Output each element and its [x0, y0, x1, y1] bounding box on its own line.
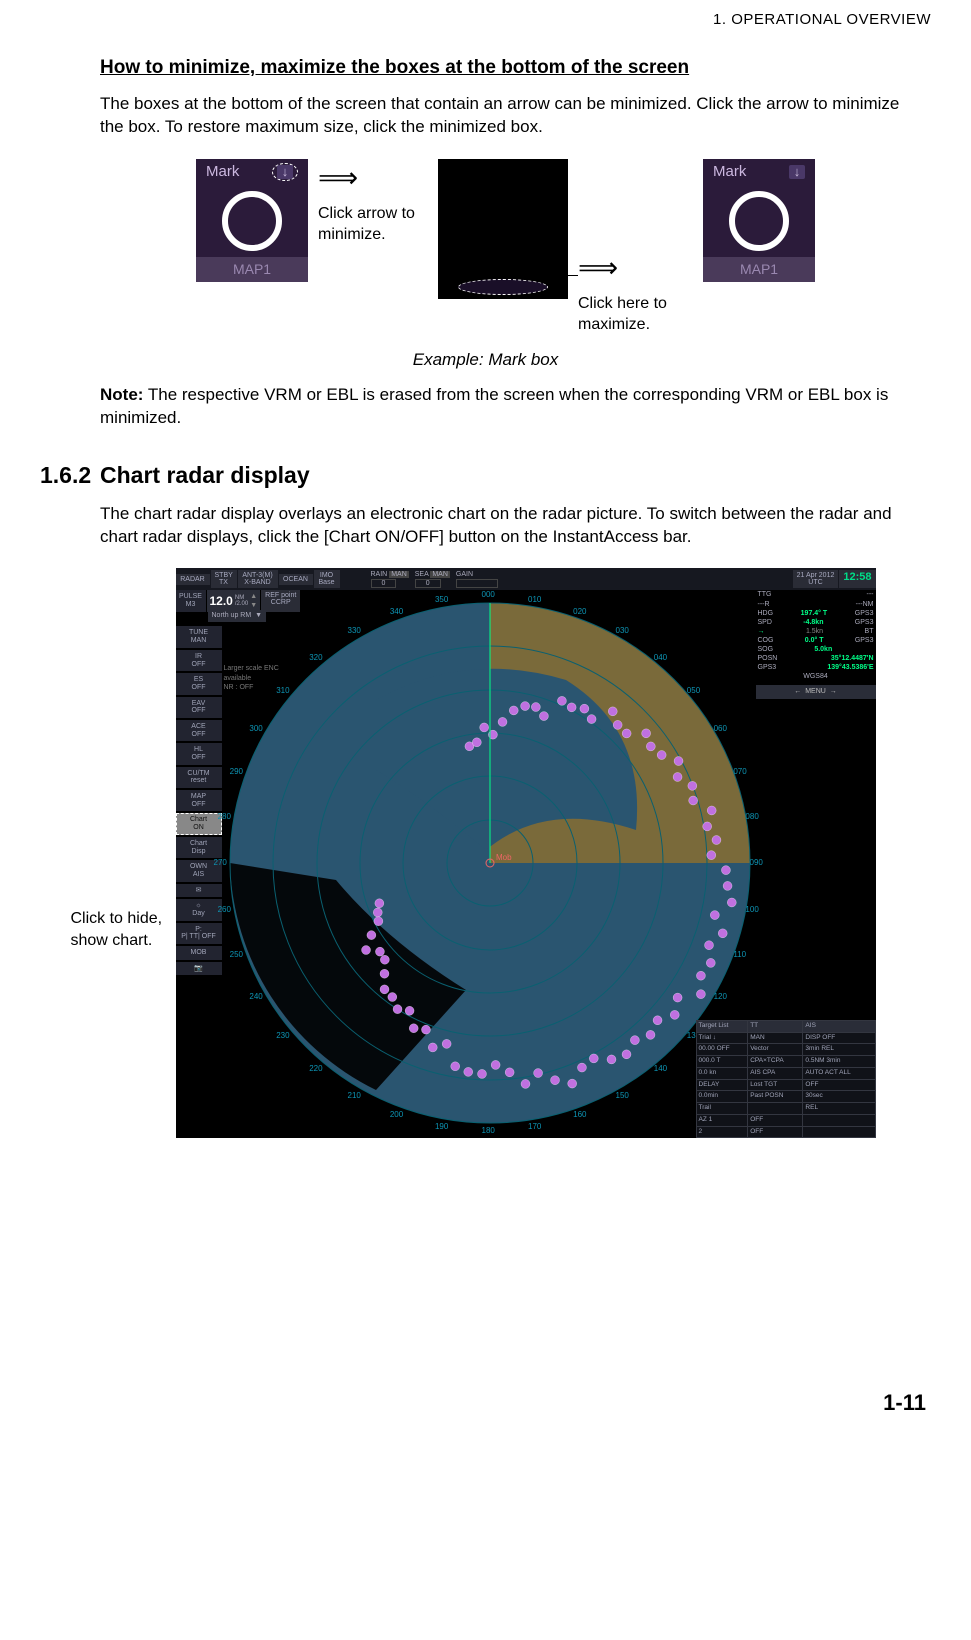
- bearing-010: 010: [528, 595, 541, 606]
- bearing-230: 230: [276, 1031, 289, 1042]
- sidebar-btn-p-p-tt-off[interactable]: P: P| TT| OFF: [176, 923, 222, 944]
- bearing-210: 210: [348, 1091, 361, 1102]
- pulse-button[interactable]: PULSE M3: [176, 590, 206, 611]
- section-title-minimize: How to minimize, maximize the boxes at t…: [100, 55, 931, 81]
- sidebar-btn-mob[interactable]: MOB: [176, 946, 222, 960]
- bearing-060: 060: [714, 724, 727, 735]
- bearing-190: 190: [435, 1122, 448, 1133]
- bearing-080: 080: [745, 812, 758, 823]
- sidebar-btn-chart-on[interactable]: Chart ON: [176, 813, 222, 834]
- radar-topbar: RADAR STBY TX ANT-3(M) X-BAND OCEAN IMO …: [176, 568, 876, 590]
- stby-tx-button[interactable]: STBY TX: [211, 570, 237, 588]
- sidebar-btn-eav-off[interactable]: EAV OFF: [176, 697, 222, 718]
- arrow-down-icon[interactable]: ↓: [789, 165, 805, 179]
- bearing-350: 350: [435, 595, 448, 606]
- section-para-minimize: The boxes at the bottom of the screen th…: [100, 93, 921, 139]
- bearing-120: 120: [714, 992, 727, 1003]
- antenna-label[interactable]: ANT-3(M) X-BAND: [238, 570, 278, 588]
- bearing-330: 330: [348, 626, 361, 637]
- bearing-140: 140: [654, 1064, 667, 1075]
- sidebar-btn-chart-disp[interactable]: Chart Disp: [176, 837, 222, 858]
- imo-label: IMO Base: [314, 570, 340, 588]
- mark-circle-icon: [222, 191, 282, 251]
- sidebar-btn--[interactable]: 📷: [176, 962, 222, 976]
- bearing-070: 070: [733, 767, 746, 778]
- map-label: MAP1: [196, 257, 308, 282]
- bearing-200: 200: [390, 1110, 403, 1121]
- bearing-100: 100: [745, 905, 758, 916]
- bearing-110: 110: [733, 950, 746, 961]
- bearing-090: 090: [750, 858, 763, 869]
- bearing-050: 050: [687, 686, 700, 697]
- arrow-right-icon: ⟹: [318, 159, 358, 197]
- left-sidebar: TUNE MAN IR OFFES OFF EAV OFFACE OFFHL OFF…: [176, 624, 222, 1138]
- bearing-020: 020: [573, 607, 586, 618]
- mark-label: Mark: [206, 162, 239, 182]
- sidebar-btn-cu-tm-reset[interactable]: CU/TM reset: [176, 767, 222, 788]
- mark-box-before[interactable]: Mark ↓ MAP1: [196, 159, 308, 282]
- gain-control[interactable]: GAIN: [456, 570, 498, 589]
- sidebar-btn-tune-man[interactable]: TUNE MAN: [176, 626, 222, 647]
- bearing-030: 030: [616, 626, 629, 637]
- chapter-header: 1. OPERATIONAL OVERVIEW: [40, 10, 931, 30]
- minimize-arrow-highlight: ↓: [272, 163, 298, 181]
- target-data-table: Target ListTTAISTrial ↓MANDISP OFF00.00 …: [696, 1020, 876, 1139]
- example-illustration: Mark ↓ MAP1 ⟹ Click arrow to minimize. ⟹…: [140, 159, 871, 341]
- caption-maximize: Click here tomaximize.: [578, 293, 693, 336]
- sidebar-btn-map-off[interactable]: MAP OFF: [176, 790, 222, 811]
- note-text: Note: The respective VRM or EBL is erase…: [100, 384, 921, 430]
- bearing-300: 300: [249, 724, 262, 735]
- maximize-click-area-highlight: [458, 279, 548, 295]
- date-label: 21 Apr 2012UTC: [793, 570, 839, 588]
- arrow-right-icon: ⟹: [578, 249, 618, 287]
- bearing-340: 340: [390, 607, 403, 618]
- sidebar-btn-ace-off[interactable]: ACE OFF: [176, 720, 222, 741]
- bearing-160: 160: [573, 1110, 586, 1121]
- sidebar-btn-hl-off[interactable]: HL OFF: [176, 743, 222, 764]
- sidebar-btn--[interactable]: ✉: [176, 884, 222, 898]
- svg-text:Mob: Mob: [496, 853, 512, 862]
- map-label: MAP1: [703, 257, 815, 282]
- menu-button[interactable]: ← MENU →: [756, 685, 876, 698]
- page-number: 1-11: [40, 1388, 926, 1418]
- mark-label: Mark: [713, 162, 746, 182]
- sidebar-btn-es-off[interactable]: ES OFF: [176, 673, 222, 694]
- radar-plot[interactable]: Mob 340 350 000 010 020 330 030 320 040 310 050 300…: [226, 590, 754, 1136]
- right-data-panel: TTG--- ---R---NM HDG197.4° TGPS3 SPD-4.8…: [756, 590, 876, 698]
- bearing-220: 220: [309, 1064, 322, 1075]
- bearing-270: 270: [214, 858, 227, 869]
- bearing-240: 240: [249, 992, 262, 1003]
- sidebar-btn--day[interactable]: ☼ Day: [176, 899, 222, 920]
- rain-control[interactable]: RAIN MAN0: [371, 570, 409, 589]
- example-caption: Example: Mark box: [40, 349, 931, 372]
- bearing-290: 290: [230, 767, 243, 778]
- bearing-180: 180: [482, 1126, 495, 1137]
- bearing-310: 310: [276, 686, 289, 697]
- bearing-250: 250: [230, 950, 243, 961]
- section-para-chart-radar: The chart radar display overlays an elec…: [100, 503, 921, 549]
- caption-minimize: Click arrow to minimize.: [318, 203, 428, 246]
- bearing-000: 000: [482, 590, 495, 601]
- radar-mode-label[interactable]: RADAR: [176, 574, 210, 585]
- radar-display: RADAR STBY TX ANT-3(M) X-BAND OCEAN IMO …: [176, 568, 876, 1138]
- sea-control[interactable]: SEA MAN0: [415, 570, 450, 589]
- bearing-280: 280: [218, 812, 231, 823]
- bearing-170: 170: [528, 1122, 541, 1133]
- ocean-label[interactable]: OCEAN: [279, 574, 313, 585]
- bearing-150: 150: [616, 1091, 629, 1102]
- time-label: 12:58: [839, 570, 875, 588]
- arrow-down-icon[interactable]: ↓: [277, 165, 293, 179]
- mark-box-after[interactable]: Mark ↓ MAP1: [703, 159, 815, 282]
- mark-circle-icon: [729, 191, 789, 251]
- section-number: 1.6.2: [40, 460, 100, 491]
- sidebar-btn-ir-off[interactable]: IR OFF: [176, 650, 222, 671]
- minimized-box[interactable]: [438, 159, 568, 299]
- connector-line: [558, 275, 578, 276]
- bearing-320: 320: [309, 653, 322, 664]
- bearing-260: 260: [218, 905, 231, 916]
- section-title-chart-radar: Chart radar display: [100, 460, 310, 491]
- bearing-040: 040: [654, 653, 667, 664]
